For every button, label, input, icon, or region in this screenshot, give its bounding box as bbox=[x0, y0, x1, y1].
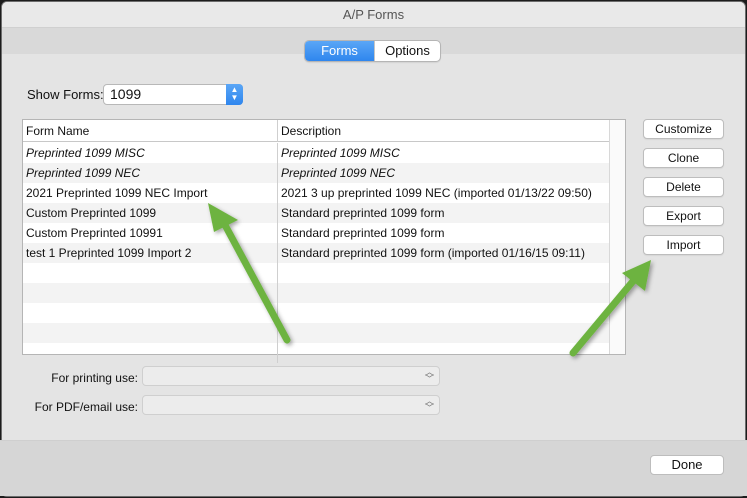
table-vertical-scrollbar[interactable] bbox=[609, 120, 625, 354]
table-row[interactable]: 2021 Preprinted 1099 NEC Import 2021 3 u… bbox=[23, 183, 609, 203]
table-row[interactable]: Preprinted 1099 NEC Preprinted 1099 NEC bbox=[23, 163, 609, 183]
table-row[interactable]: Preprinted 1099 MISC Preprinted 1099 MIS… bbox=[23, 143, 609, 163]
form-name-cell: Custom Preprinted 10991 bbox=[26, 226, 163, 240]
table-row-empty bbox=[23, 303, 609, 323]
import-button[interactable]: Import bbox=[643, 235, 724, 255]
pdf-use-label: For PDF/email use: bbox=[34, 400, 138, 414]
table-row-empty bbox=[23, 283, 609, 303]
table-row[interactable]: test 1 Preprinted 1099 Import 2 Standard… bbox=[23, 243, 609, 263]
table-row-empty bbox=[23, 343, 609, 363]
description-cell: Preprinted 1099 NEC bbox=[277, 163, 609, 183]
table-row-empty bbox=[23, 263, 609, 283]
forms-table: Form Name Description Preprinted 1099 MI… bbox=[22, 119, 626, 363]
form-name-cell: Custom Preprinted 1099 bbox=[26, 206, 157, 220]
clone-button[interactable]: Clone bbox=[643, 148, 724, 168]
tab-bar: Forms Options bbox=[304, 40, 441, 62]
table-header: Form Name Description bbox=[23, 120, 609, 142]
description-cell: 2021 3 up preprinted 1099 NEC (imported … bbox=[277, 183, 609, 203]
table-row-empty bbox=[23, 323, 609, 343]
export-button[interactable]: Export bbox=[643, 206, 724, 226]
show-forms-label: Show Forms: bbox=[27, 87, 104, 102]
column-header-description[interactable]: Description bbox=[277, 120, 609, 142]
description-cell: Standard preprinted 1099 form bbox=[277, 223, 609, 243]
form-name-cell: Preprinted 1099 MISC bbox=[26, 146, 145, 160]
form-name-cell: test 1 Preprinted 1099 Import 2 bbox=[26, 246, 192, 260]
tab-options[interactable]: Options bbox=[374, 41, 440, 61]
done-button[interactable]: Done bbox=[650, 455, 724, 475]
description-cell: Standard preprinted 1099 form bbox=[277, 203, 609, 223]
window-title: A/P Forms bbox=[2, 2, 745, 28]
printing-use-label: For printing use: bbox=[51, 371, 138, 385]
delete-button[interactable]: Delete bbox=[643, 177, 724, 197]
up-down-chevron-icon: ▲ ▼ bbox=[226, 84, 243, 105]
printing-use-select[interactable]: ︿ ﹀ bbox=[142, 366, 440, 386]
bottom-bar bbox=[0, 440, 747, 496]
customize-button[interactable]: Customize bbox=[643, 119, 724, 139]
form-name-cell: 2021 Preprinted 1099 NEC Import bbox=[26, 186, 208, 200]
description-cell: Standard preprinted 1099 form (imported … bbox=[277, 243, 609, 263]
table-body: Preprinted 1099 MISC Preprinted 1099 MIS… bbox=[23, 143, 609, 363]
tab-forms[interactable]: Forms bbox=[305, 41, 374, 61]
up-down-chevron-icon: ︿ ﹀ bbox=[424, 396, 434, 413]
show-forms-select[interactable]: 1099 ▲ ▼ bbox=[103, 84, 243, 105]
show-forms-value: 1099 bbox=[110, 86, 142, 102]
description-cell: Preprinted 1099 MISC bbox=[277, 143, 609, 163]
table-row[interactable]: Custom Preprinted 10991 Standard preprin… bbox=[23, 223, 609, 243]
up-down-chevron-icon: ︿ ﹀ bbox=[424, 367, 434, 384]
form-name-cell: Preprinted 1099 NEC bbox=[26, 166, 141, 180]
column-header-form-name[interactable]: Form Name bbox=[23, 120, 277, 142]
table-row[interactable]: Custom Preprinted 1099 Standard preprint… bbox=[23, 203, 609, 223]
pdf-use-select[interactable]: ︿ ﹀ bbox=[142, 395, 440, 415]
